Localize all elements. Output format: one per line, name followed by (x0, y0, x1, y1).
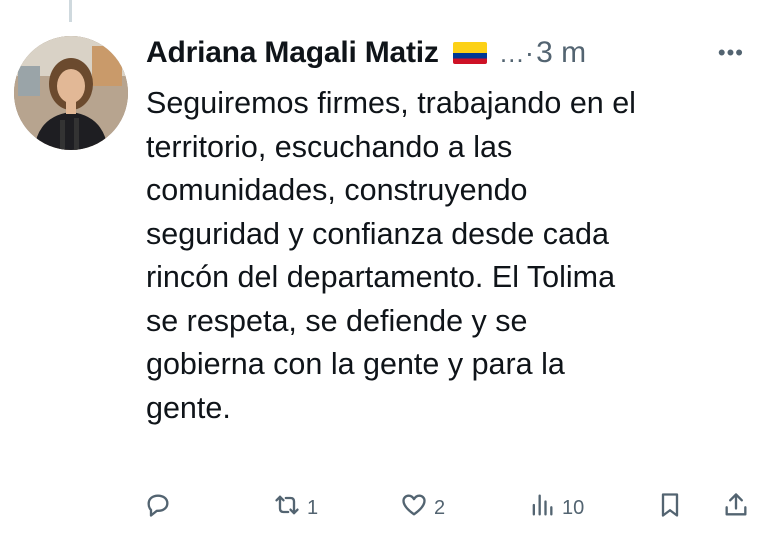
bookmark-icon (656, 491, 684, 525)
truncation-ellipsis: … (498, 37, 525, 68)
retweet-button[interactable]: 1 (273, 490, 318, 526)
tweet-text-line: gobierna con la gente y para la (146, 347, 565, 381)
tweet-card[interactable]: Adriana Magali Matiz … · 3 m ••• Seguire… (0, 0, 768, 534)
tweet-header: Adriana Magali Matiz … · 3 m (146, 30, 586, 76)
separator-dot: · (524, 37, 535, 68)
views-icon (528, 491, 556, 525)
tweet-text-line: Seguiremos firmes, trabajando en el (146, 86, 636, 120)
views-button[interactable]: 10 (528, 490, 584, 526)
like-count: 2 (434, 496, 446, 519)
views-count: 10 (562, 496, 585, 519)
timestamp[interactable]: 3 m (536, 36, 586, 70)
heart-icon (400, 491, 428, 525)
avatar[interactable] (14, 36, 128, 150)
retweet-count: 1 (307, 496, 319, 519)
tweet-text-line: seguridad y confianza desde cada (146, 216, 609, 251)
action-bar: 1 2 10 (140, 490, 760, 530)
share-icon (722, 491, 750, 525)
tweet-text-line: gente. (146, 390, 231, 425)
like-button[interactable]: 2 (400, 490, 445, 526)
tweet-text-line: se respeta, se defiende y se (146, 303, 528, 338)
tweet-text: Seguiremos firmes, trabajando en el terr… (146, 82, 746, 430)
thread-line (69, 0, 72, 22)
tweet-text-line: comunidades, construyendo (146, 173, 528, 207)
bookmark-button[interactable] (656, 490, 684, 526)
share-button[interactable] (722, 490, 750, 526)
more-options-icon[interactable]: ••• (718, 40, 744, 66)
author-name[interactable]: Adriana Magali Matiz (146, 36, 439, 70)
reply-icon (144, 491, 172, 525)
tweet-text-line: territorio, escuchando a las (146, 129, 513, 164)
tweet-text-line: rincón del departamento. El Tolima (146, 260, 616, 294)
retweet-icon (273, 491, 301, 525)
reply-button[interactable] (144, 490, 172, 526)
colombia-flag-icon (452, 42, 487, 64)
